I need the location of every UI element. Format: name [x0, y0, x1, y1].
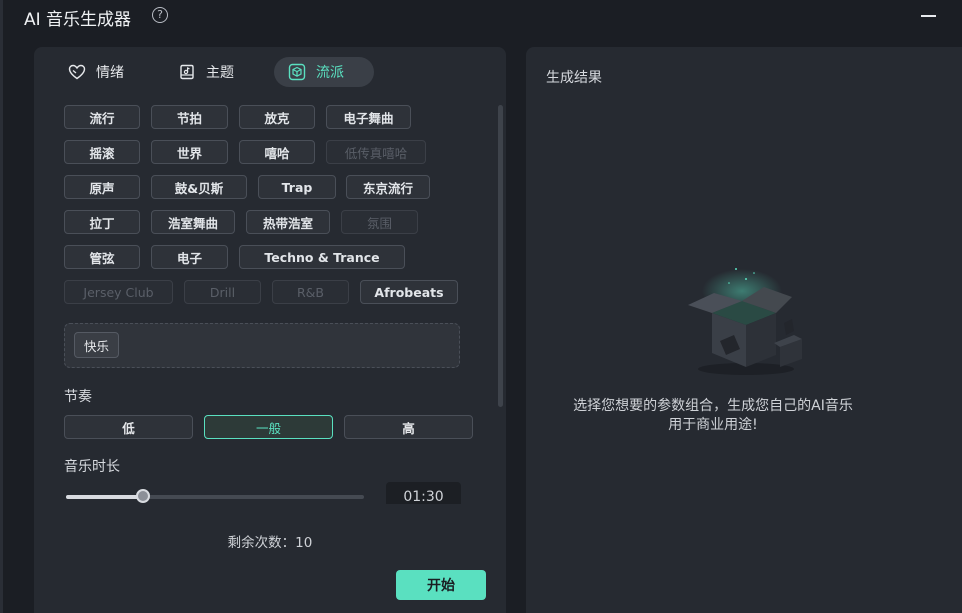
duration-label: 音乐时长	[64, 459, 120, 475]
genre-tag-electronic[interactable]: 电子	[151, 245, 228, 269]
window-border	[0, 0, 3, 613]
heart-icon	[68, 64, 86, 80]
genre-tag-world[interactable]: 世界	[151, 140, 228, 164]
cube-icon	[288, 63, 306, 81]
tab-mood[interactable]: 情绪	[54, 57, 138, 87]
genre-tag-jersey-club: Jersey Club	[64, 280, 173, 304]
genre-tag-hiphop[interactable]: 嘻哈	[239, 140, 315, 164]
result-message-line1: 选择您想要的参数组合，生成您自己的AI音乐	[573, 398, 853, 414]
genre-tag-acoustic[interactable]: 原声	[64, 175, 140, 199]
tempo-option-high[interactable]: 高	[344, 415, 473, 439]
remaining-count: 剩余次数：10	[227, 535, 313, 551]
tags-scrollbar[interactable]	[498, 105, 503, 407]
genre-tag-orchestral[interactable]: 管弦	[64, 245, 140, 269]
tab-genre-label: 流派	[316, 65, 344, 81]
selected-chip-happy[interactable]: 快乐	[74, 332, 120, 358]
genre-tag-drum-bass[interactable]: 鼓&贝斯	[151, 175, 247, 199]
genre-tag-drill: Drill	[184, 280, 261, 304]
genre-tag-beat[interactable]: 节拍	[151, 105, 228, 129]
selected-tags-area: 快乐	[64, 323, 460, 368]
genre-tag-tropical-house[interactable]: 热带浩室	[246, 210, 330, 234]
genre-tag-edm[interactable]: 电子舞曲	[326, 105, 411, 129]
parameters-panel: 情绪 主题 流派 流行 节拍 放克 电子舞曲 摇滚 世界 嘻哈 低传真嘻哈 原声…	[34, 47, 506, 613]
minimize-icon[interactable]	[921, 15, 936, 17]
genre-tag-lofi-hiphop: 低传真嘻哈	[326, 140, 426, 164]
genre-tag-ambient: 氛围	[341, 210, 418, 234]
result-title: 生成结果	[546, 70, 602, 86]
genre-tag-afrobeats[interactable]: Afrobeats	[360, 280, 458, 304]
title-bar: AI 音乐生成器 ?	[0, 0, 962, 32]
duration-slider-fill	[66, 495, 143, 499]
genre-tag-house[interactable]: 浩室舞曲	[151, 210, 235, 234]
genre-tag-funk[interactable]: 放克	[239, 105, 315, 129]
tempo-option-low[interactable]: 低	[64, 415, 193, 439]
genre-tag-latin[interactable]: 拉丁	[64, 210, 140, 234]
tempo-label: 节奏	[64, 389, 92, 405]
book-music-icon	[180, 64, 194, 80]
tab-mood-label: 情绪	[96, 65, 124, 81]
start-button[interactable]: 开始	[396, 570, 486, 600]
result-message-line2: 用于商业用途!	[668, 417, 758, 433]
genre-tag-rnb: R&B	[272, 280, 349, 304]
genre-tag-trap[interactable]: Trap	[258, 175, 336, 199]
question-circle-icon[interactable]: ?	[152, 7, 168, 23]
result-message: 选择您想要的参数组合，生成您自己的AI音乐 用于商业用途!	[526, 397, 900, 435]
result-panel: 生成结果 选择您想要的参数组合，生成您自己的AI音乐 用于商业用途!	[526, 47, 962, 613]
duration-slider-thumb[interactable]	[136, 489, 150, 503]
tab-theme[interactable]: 主题	[164, 57, 248, 87]
genre-tag-tokyo-pop[interactable]: 东京流行	[346, 175, 430, 199]
genre-tag-techno-trance[interactable]: Techno & Trance	[239, 245, 405, 269]
genre-tag-pop[interactable]: 流行	[64, 105, 140, 129]
duration-value[interactable]: 01:30	[386, 482, 461, 504]
tab-theme-label: 主题	[206, 65, 234, 81]
tab-genre[interactable]: 流派	[274, 57, 374, 87]
genre-tag-rock[interactable]: 摇滚	[64, 140, 140, 164]
open-box-icon	[688, 268, 802, 375]
window-title: AI 音乐生成器	[24, 10, 132, 30]
duration-slider[interactable]	[66, 489, 364, 503]
tempo-option-normal[interactable]: 一般	[204, 415, 333, 439]
